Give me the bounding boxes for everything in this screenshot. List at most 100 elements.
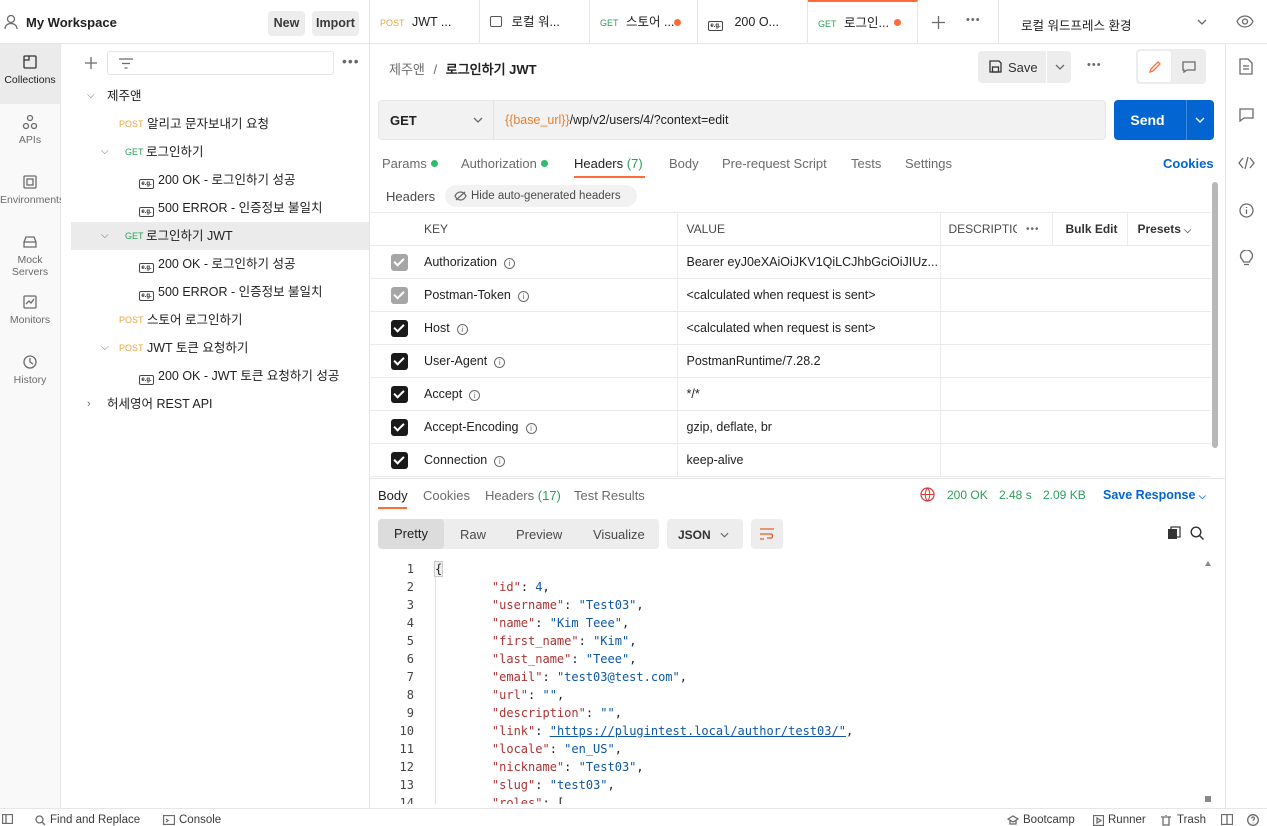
tree-example[interactable]: e.g. 200 OK - JWT 토큰 요청하기 성공 [71,362,369,390]
header-checkbox[interactable] [370,311,415,345]
header-checkbox[interactable] [370,344,415,378]
rail-history[interactable]: History [0,344,60,404]
bulk-edit-button[interactable]: Bulk Edit [1052,212,1128,246]
tab-prerequest-script[interactable]: Pre-request Script [722,156,827,171]
headers-scrollbar[interactable] [1212,182,1218,448]
header-key[interactable]: Host [424,321,450,335]
resp-tab-headers[interactable]: Headers (17) [485,488,561,503]
json-link[interactable]: "https://plugintest.local/author/test03/… [550,724,846,738]
tab-request[interactable]: POST JWT ... [370,0,480,44]
response-time[interactable]: 2.48 s [999,488,1032,502]
table-more-icon[interactable]: ••• [1017,212,1053,246]
pane-divider[interactable] [370,478,1225,479]
header-description[interactable] [940,410,1211,444]
tree-example[interactable]: e.g. 200 OK - 로그인하기 성공 [71,166,369,194]
trash-button[interactable]: Trash [1177,814,1206,826]
header-value[interactable]: <calculated when request is sent> [677,311,941,345]
tab-settings[interactable]: Settings [905,156,952,171]
header-key[interactable]: Accept [424,387,462,401]
environment-selector[interactable]: 로컬 워드프레스 환경 [998,0,1218,44]
send-button[interactable]: Send [1114,100,1181,140]
workspace-title[interactable]: My Workspace [26,15,117,30]
header-description[interactable] [940,245,1211,279]
rail-collections[interactable]: Collections [0,44,60,104]
add-tab-icon[interactable] [932,16,945,29]
console-button[interactable]: Console [179,814,221,826]
scroll-down-arrow[interactable] [1205,796,1211,802]
header-checkbox[interactable] [370,410,415,444]
breadcrumb-parent[interactable]: 제주앤 [389,62,425,77]
header-description[interactable] [940,278,1211,312]
copy-icon[interactable] [1167,526,1181,540]
search-icon[interactable] [1190,526,1205,541]
hide-auto-headers-button[interactable]: Hide auto-generated headers [445,185,637,207]
comments-icon[interactable] [1239,108,1254,122]
presets-dropdown[interactable]: Presets ⌵ [1127,212,1211,246]
edit-mode-button[interactable] [1138,51,1171,82]
rail-apis[interactable]: APIs [0,104,60,164]
globe-icon[interactable] [920,487,935,502]
header-value[interactable]: keep-alive [677,443,941,477]
tree-example[interactable]: e.g. 500 ERROR - 인증정보 불일치 [71,278,369,306]
more-icon[interactable]: ••• [342,53,360,69]
status-code[interactable]: 200 OK [947,488,988,502]
rail-monitors[interactable]: Monitors [0,284,60,344]
lightbulb-icon[interactable] [1239,250,1254,267]
documentation-icon[interactable] [1239,58,1253,75]
comment-mode-button[interactable] [1172,51,1205,82]
scroll-up-arrow[interactable] [1205,560,1211,566]
save-dropdown[interactable] [1046,51,1071,83]
more-options-icon[interactable]: ••• [1087,59,1102,71]
save-response-button[interactable]: Save Response ⌵ [1103,488,1206,502]
more-tabs-icon[interactable]: ••• [966,14,981,26]
import-button[interactable]: Import [312,11,359,36]
wrap-lines-button[interactable] [751,519,783,549]
send-dropdown[interactable] [1186,100,1214,140]
tree-collection[interactable]: › 허세영어 REST API [71,390,369,418]
resp-tab-body[interactable]: Body [378,488,408,503]
header-key[interactable]: User-Agent [424,354,487,368]
tab-example[interactable]: e.g. 200 O... [698,0,808,44]
header-description[interactable] [940,377,1211,411]
resp-tab-test-results[interactable]: Test Results [574,488,645,503]
tree-example[interactable]: e.g. 200 OK - 로그인하기 성공 [71,250,369,278]
header-description[interactable] [940,443,1211,477]
view-raw[interactable]: Raw [460,527,486,542]
header-checkbox[interactable] [370,278,415,312]
method-select[interactable]: GET [379,101,494,139]
info-icon[interactable] [1239,203,1254,218]
tab-environment[interactable]: 로컬 워... [480,0,590,44]
header-checkbox[interactable] [370,245,415,279]
tree-request[interactable]: ⌵ GET 로그인하기 [71,138,369,166]
header-value[interactable]: PostmanRuntime/7.28.2 [677,344,941,378]
response-body-editor[interactable]: 1 {2 "id": 4, 3 "username": "Test03", 4 "na… [378,560,1200,804]
tree-request[interactable]: POST 알리고 문자보내기 요청 [71,110,369,138]
header-value[interactable]: gzip, deflate, br [677,410,941,444]
tab-params[interactable]: Params [382,156,438,171]
tab-request[interactable]: GET 스토어 ... [590,0,698,44]
response-size[interactable]: 2.09 KB [1043,488,1086,502]
view-visualize[interactable]: Visualize [593,527,645,542]
url-input[interactable]: {{base_url}}/wp/v2/users/4/?context=edit [505,113,728,127]
header-value[interactable]: */* [677,377,941,411]
tree-collection-jejuan[interactable]: ⌵ 제주앤 [71,82,369,110]
tab-authorization[interactable]: Authorization [461,156,548,171]
view-pretty[interactable]: Pretty [378,519,444,549]
tab-headers[interactable]: Headers (7) [574,156,643,171]
view-preview[interactable]: Preview [516,527,562,542]
tab-request-active[interactable]: GET 로그인... [808,0,918,44]
new-button[interactable]: New [268,11,305,36]
header-key[interactable]: Connection [424,453,487,467]
tree-request[interactable]: ⌵ POST JWT 토큰 요청하기 [71,334,369,362]
two-pane-icon[interactable] [1221,814,1233,825]
header-description[interactable] [940,344,1211,378]
resp-tab-cookies[interactable]: Cookies [423,488,470,503]
rail-mock-servers[interactable]: Mock Servers [0,224,60,284]
code-icon[interactable] [1238,156,1255,170]
header-checkbox[interactable] [370,377,415,411]
header-key[interactable]: Authorization [424,255,497,269]
find-replace-button[interactable]: Find and Replace [50,814,140,826]
help-icon[interactable] [1247,814,1259,826]
tab-body[interactable]: Body [669,156,699,171]
filter-input[interactable] [107,51,334,75]
